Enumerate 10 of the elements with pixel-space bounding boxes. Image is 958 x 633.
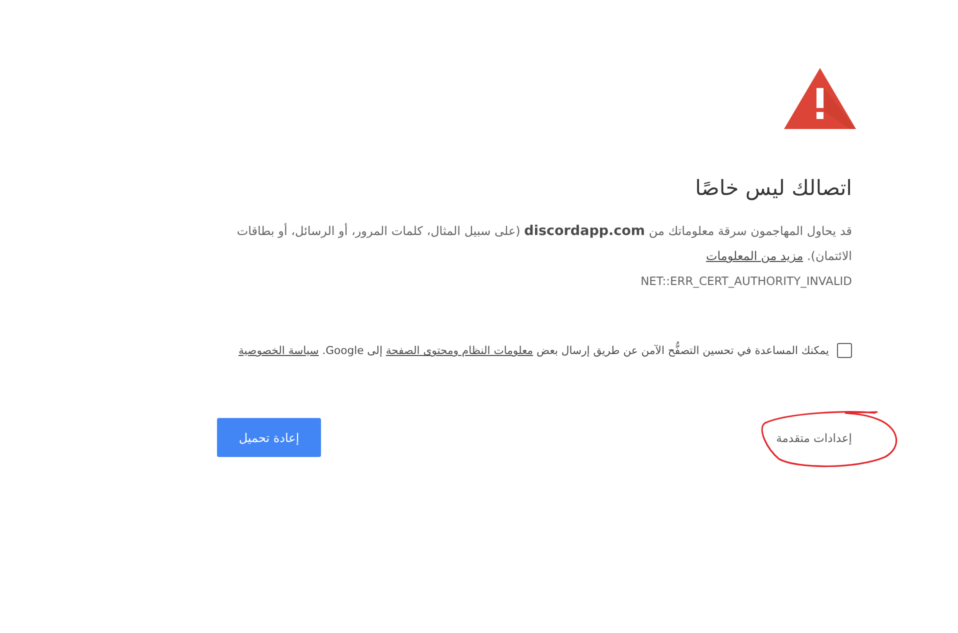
- warning-icon: [784, 68, 856, 129]
- error-code: NET::ERR_CERT_AUTHORITY_INVALID: [640, 273, 852, 290]
- learn-more-link[interactable]: مزيد من المعلومات: [706, 249, 804, 263]
- link[interactable]: سياسة الخصوصية: [238, 344, 319, 357]
- reload-button[interactable]: إعادة تحميل: [217, 418, 321, 457]
- page-title: اتصالك ليس خاصًا: [694, 175, 852, 202]
- advanced-button[interactable]: إعدادات متقدمة: [776, 422, 852, 452]
- link[interactable]: معلومات النظام ومحتوى الصفحة: [386, 344, 534, 357]
- checkbox[interactable]: [837, 343, 852, 358]
- opt-in-text: يمكنك المساعدة في تحسين التصفُّح الآمن عن طريق إرسال بعض معلومات النظام ومحتوى الصفحة إلى Google. سياسة الخصوصية: [238, 342, 829, 360]
